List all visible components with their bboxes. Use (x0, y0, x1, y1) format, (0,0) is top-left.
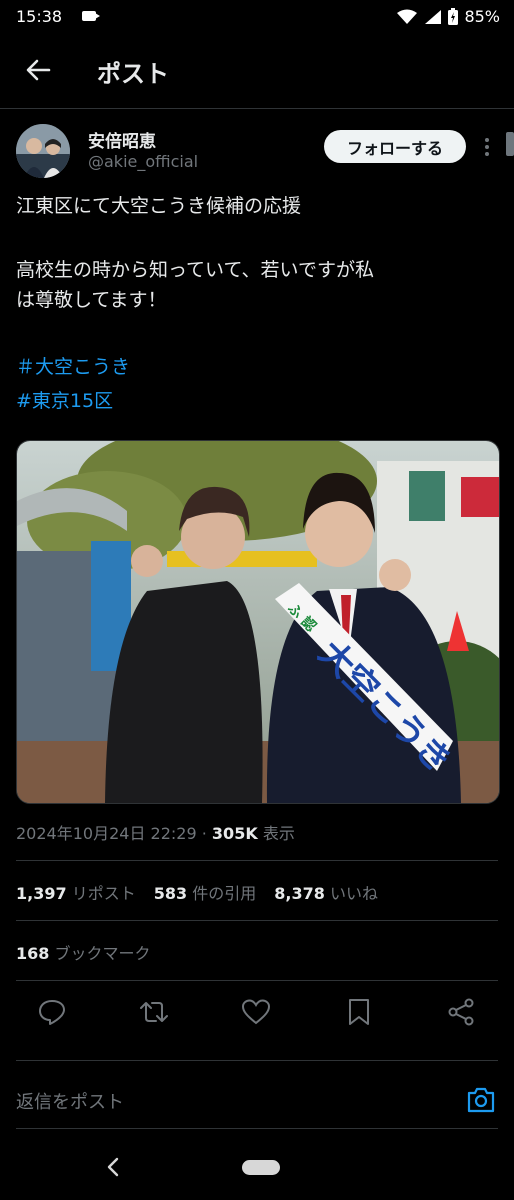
status-time: 15:38 (16, 7, 63, 26)
avatar[interactable] (16, 124, 70, 178)
tweet-meta: 2024年10月24日 22:29 · 305K 表示 (16, 820, 295, 844)
top-app-bar: ポスト (0, 36, 514, 109)
like-stat[interactable]: 8,378 いいね (274, 880, 378, 904)
meta-separator: · (201, 824, 207, 843)
view-count: 305K (211, 824, 258, 843)
camera-notification-icon (82, 11, 100, 21)
battery-percent: 85% (464, 7, 500, 26)
back-arrow-icon[interactable] (22, 54, 54, 86)
status-bar: 15:38 85% (0, 0, 514, 36)
view-label: 表示 (262, 824, 295, 843)
tweet-text-line-2: 高校生の時から知っていて、若いですが私 (16, 259, 374, 281)
tweet-text-line-1: 江東区にて大空こうき候補の応援 (16, 195, 302, 217)
divider (16, 980, 498, 981)
bookmark-count: 168 (16, 944, 50, 963)
divider (16, 1060, 498, 1061)
quote-count: 583 (153, 884, 188, 903)
hashtag-link[interactable]: ＃大空こうき (16, 352, 130, 379)
share-icon[interactable] (445, 996, 477, 1028)
signal-icon (425, 9, 442, 24)
bookmark-icon[interactable] (343, 996, 375, 1028)
like-count: 8,378 (274, 884, 325, 903)
reply-input[interactable]: 返信をポスト (16, 1088, 124, 1114)
divider (16, 860, 498, 861)
battery-icon (448, 8, 459, 25)
home-gesture-pill[interactable] (242, 1160, 280, 1175)
tweet-photo[interactable]: 大空こうき ふ 認 (16, 440, 500, 804)
like-label: いいね (329, 884, 378, 903)
repost-icon[interactable] (138, 996, 170, 1028)
page-title: ポスト (97, 60, 169, 88)
wifi-icon (397, 9, 418, 24)
more-options-icon[interactable] (478, 136, 496, 158)
bookmark-label: ブックマーク (54, 944, 151, 963)
tweet-text-line-3: は尊敬してます！ (16, 289, 167, 311)
divider (16, 1128, 498, 1129)
quote-stat[interactable]: 583 件の引用 (154, 880, 257, 904)
repost-stat[interactable]: 1,397 リポスト (16, 880, 136, 904)
bookmark-stat[interactable]: 168 ブックマーク (16, 940, 151, 964)
action-bar (0, 996, 514, 1032)
engagement-stats: 1,397 リポスト 583 件の引用 8,378 いいね (16, 880, 378, 904)
camera-icon[interactable] (466, 1086, 496, 1114)
divider (16, 920, 498, 921)
hashtag-link[interactable]: #東京15区 (16, 386, 113, 413)
author-handle[interactable]: @akie_official (88, 152, 198, 171)
author-name[interactable]: 安倍昭恵 (88, 127, 156, 152)
repost-label: リポスト (71, 884, 136, 903)
photo-image: 大空こうき ふ 認 (17, 441, 499, 803)
avatar-image (16, 124, 70, 178)
status-indicators: 85% (396, 7, 500, 26)
scrollbar-thumb[interactable] (506, 132, 514, 156)
system-back-icon[interactable] (104, 1156, 122, 1178)
like-heart-icon[interactable] (240, 996, 272, 1028)
follow-button[interactable]: フォローする (324, 130, 466, 163)
post-date: 2024年10月24日 22:29 (16, 824, 197, 843)
quote-label: 件の引用 (192, 884, 257, 903)
repost-count: 1,397 (16, 884, 67, 903)
reply-icon[interactable] (36, 996, 68, 1028)
